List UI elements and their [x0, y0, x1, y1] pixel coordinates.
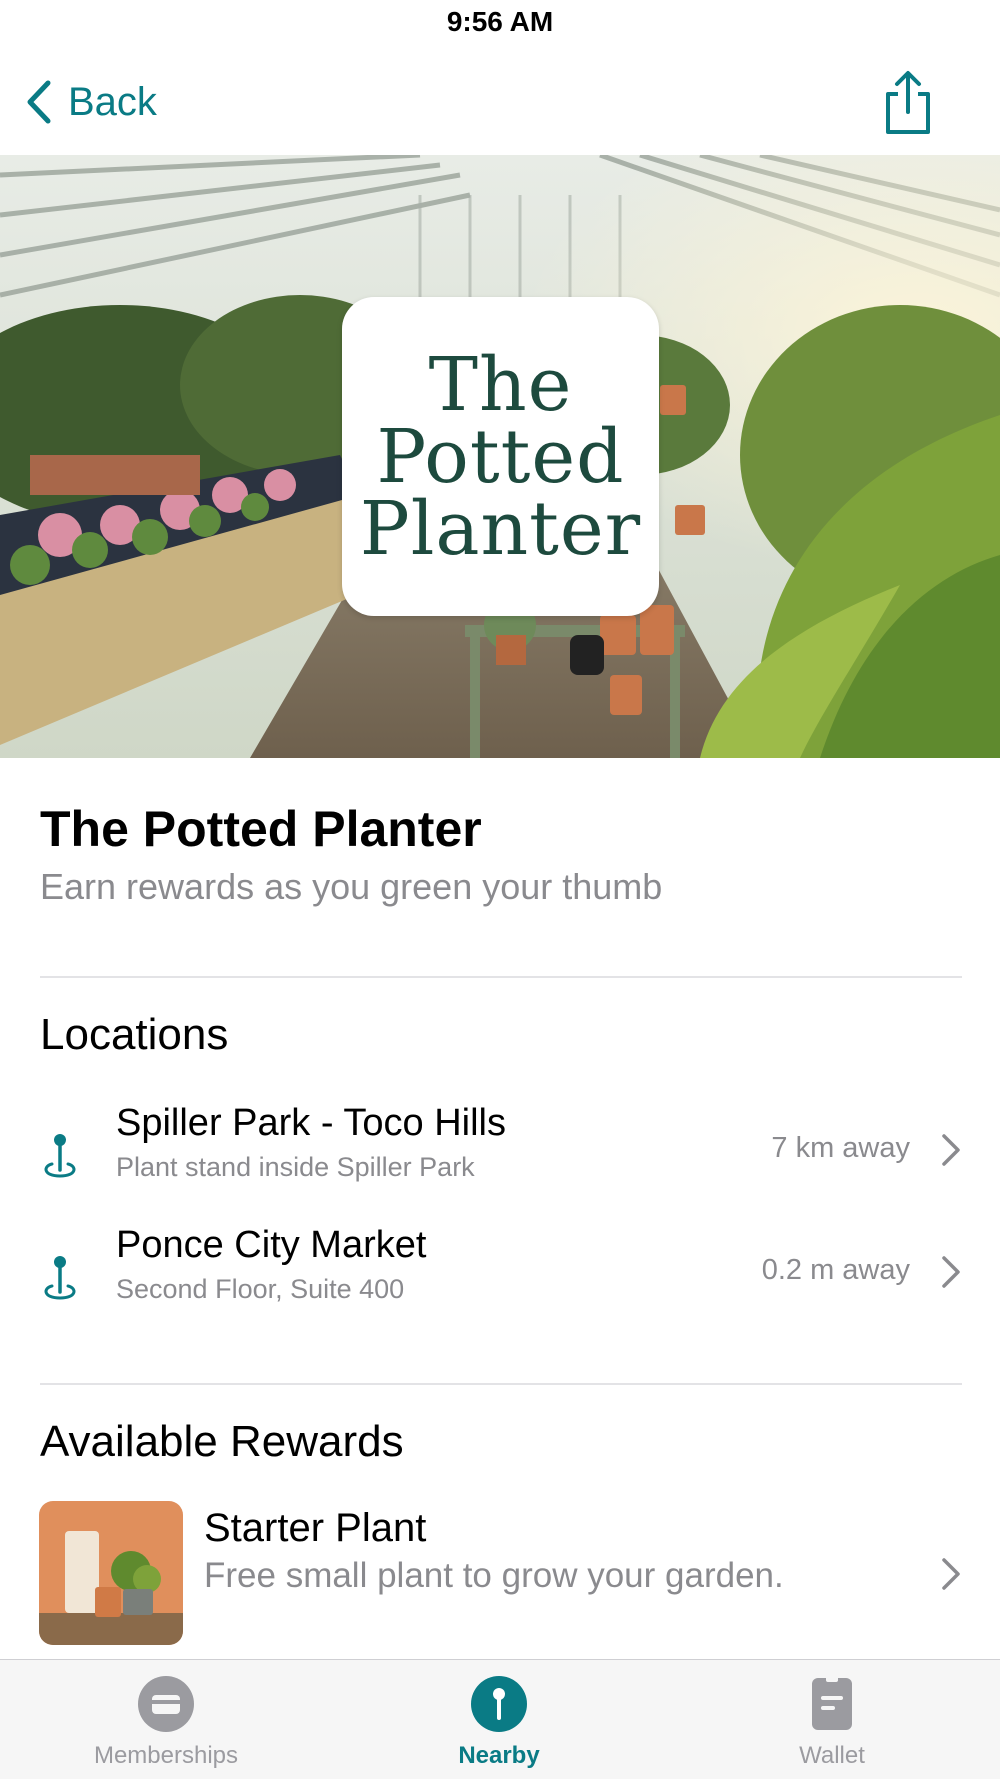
chevron-right-icon [942, 1558, 960, 1590]
tab-label: Nearby [458, 1742, 540, 1769]
logo-line-1: The [428, 341, 573, 428]
back-label: Back [68, 79, 157, 124]
pin-icon [471, 1676, 527, 1732]
location-distance: 7 km away [771, 1132, 910, 1164]
business-name: The Potted Planter [40, 801, 482, 857]
tab-wallet[interactable]: Wallet [712, 1660, 952, 1779]
tab-memberships[interactable]: Memberships [46, 1660, 286, 1779]
logo-line-2: Potted [376, 413, 625, 500]
reward-row[interactable]: Starter Plant Free small plant to grow y… [0, 1500, 1000, 1646]
location-name: Ponce City Market [116, 1224, 427, 1266]
chevron-left-icon [27, 80, 51, 124]
tab-label: Wallet [799, 1742, 865, 1769]
business-tagline: Earn rewards as you green your thumb [40, 866, 663, 907]
reward-description: Free small plant to grow your garden. [204, 1556, 784, 1595]
divider [40, 976, 962, 978]
chevron-right-icon [942, 1256, 960, 1288]
tab-label: Memberships [93, 1742, 239, 1769]
location-pin-icon [44, 1256, 76, 1300]
tab-bar: Memberships Nearby Wallet [0, 1659, 1000, 1779]
reward-image [39, 1501, 183, 1645]
location-row[interactable]: Ponce City Market Second Floor, Suite 40… [0, 1224, 1000, 1334]
share-button[interactable] [880, 70, 936, 136]
location-description: Plant stand inside Spiller Park [116, 1152, 475, 1182]
rewards-heading: Available Rewards [40, 1417, 404, 1466]
location-distance: 0.2 m away [761, 1254, 910, 1286]
business-logo: The Potted Planter [342, 297, 659, 616]
location-description: Second Floor, Suite 400 [116, 1274, 405, 1304]
chevron-right-icon [942, 1134, 960, 1166]
wallet-icon [812, 1676, 852, 1730]
tab-nearby[interactable]: Nearby [379, 1660, 619, 1779]
location-pin-icon [44, 1134, 76, 1178]
locations-heading: Locations [40, 1010, 229, 1059]
status-time: 9:56 AM [446, 6, 554, 37]
reward-name: Starter Plant [204, 1506, 427, 1550]
logo-line-3: Planter [359, 485, 642, 572]
location-row[interactable]: Spiller Park - Toco Hills Plant stand in… [0, 1102, 1000, 1212]
share-icon [886, 71, 930, 134]
back-button[interactable]: Back [24, 72, 157, 132]
divider [40, 1383, 962, 1385]
location-name: Spiller Park - Toco Hills [116, 1102, 506, 1144]
card-icon [138, 1676, 194, 1732]
